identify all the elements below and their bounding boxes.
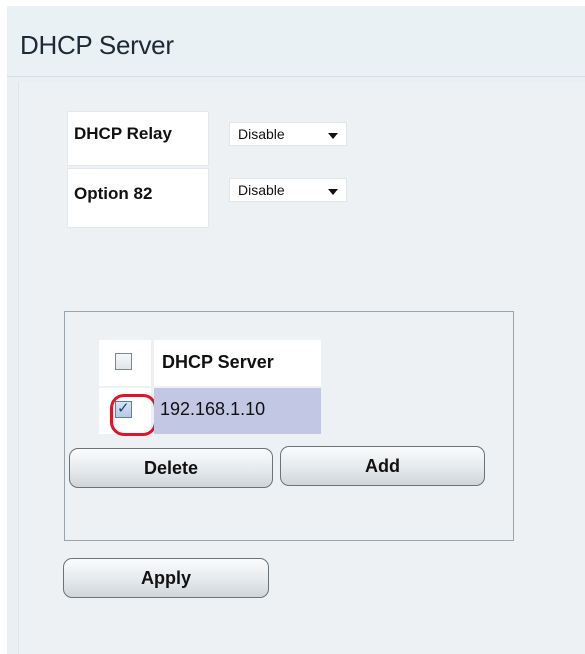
dhcp-server-column-header: DHCP Server xyxy=(154,340,321,386)
row-checkbox[interactable]: ✓ xyxy=(110,394,157,436)
dhcp-server-address: 192.168.1.10 xyxy=(154,388,321,434)
highlight-ring xyxy=(110,394,157,436)
apply-button[interactable]: Apply xyxy=(63,558,269,598)
option-82-select[interactable]: Disable xyxy=(229,178,347,202)
header-checkbox-cell xyxy=(99,340,151,386)
delete-button[interactable]: Delete xyxy=(69,448,273,488)
page-title: DHCP Server xyxy=(20,30,174,60)
add-button[interactable]: Add xyxy=(280,446,485,486)
settings-content: DHCP Relay Disable Option 82 Disable DHC… xyxy=(18,82,585,654)
row-checkbox-cell: ✓ xyxy=(99,388,157,436)
dhcp-relay-label: DHCP Relay xyxy=(67,111,209,166)
select-all-checkbox[interactable] xyxy=(115,353,132,370)
dhcp-relay-value: Disable xyxy=(238,126,285,142)
chevron-down-icon xyxy=(328,133,338,139)
title-bar: DHCP Server xyxy=(7,6,585,77)
chevron-down-icon xyxy=(328,189,338,195)
dhcp-server-list: DHCP Server ✓ 192.168.1.10 Delete Add xyxy=(64,311,514,541)
option-82-label: Option 82 xyxy=(67,168,209,228)
option-82-value: Disable xyxy=(238,182,285,198)
dhcp-server-panel: DHCP Server DHCP Relay Disable Option 82… xyxy=(7,6,585,654)
dhcp-relay-select[interactable]: Disable xyxy=(229,122,347,146)
